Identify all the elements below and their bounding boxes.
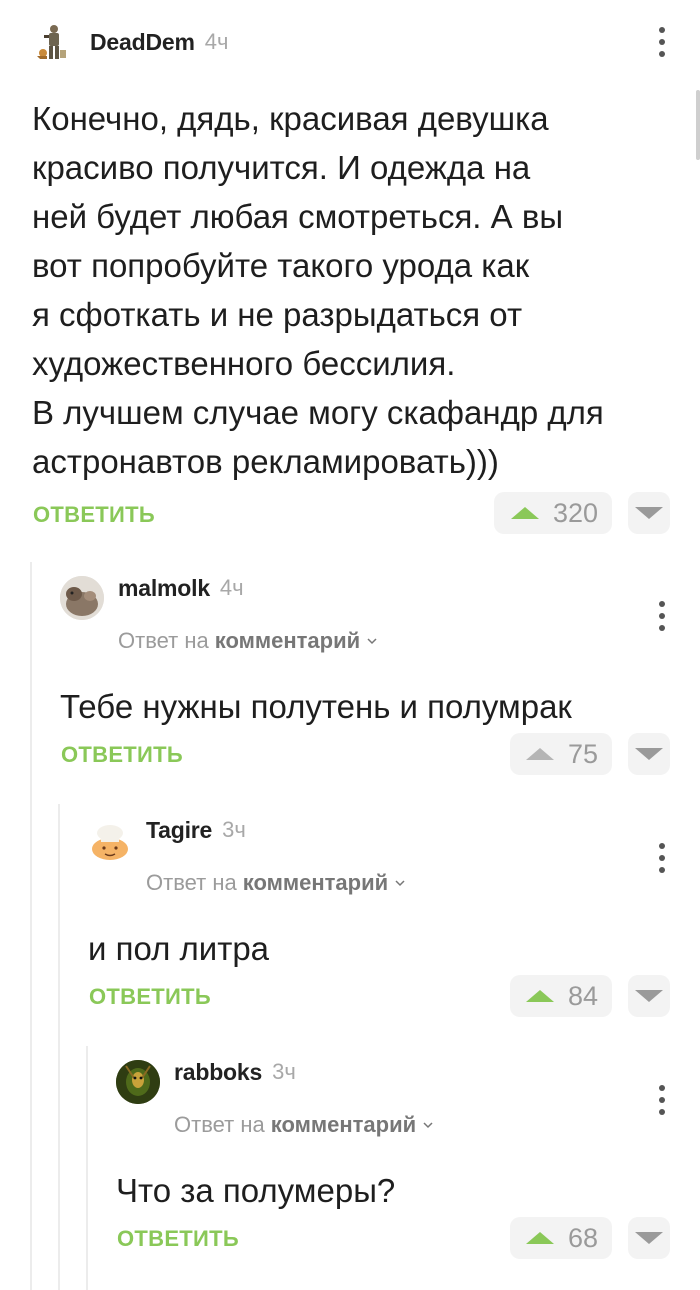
chevron-down-icon bbox=[423, 1122, 433, 1129]
reply-button[interactable]: ОТВЕТИТЬ bbox=[33, 502, 155, 528]
upvote-arrow-icon bbox=[510, 507, 539, 519]
more-options-icon[interactable] bbox=[658, 27, 666, 57]
comment-line: красиво получится. И одежда на bbox=[32, 149, 531, 186]
comment-line: Что за полумеры? bbox=[116, 1172, 396, 1209]
reply-button[interactable]: ОТВЕТИТЬ bbox=[89, 984, 211, 1010]
comment-time: 4ч bbox=[204, 29, 229, 54]
comment-line: и пол литра bbox=[88, 930, 270, 967]
reply-to-target: комментарий bbox=[242, 870, 389, 895]
creature-photo-avatar[interactable] bbox=[116, 1060, 160, 1104]
user-line: rabboks 3ч bbox=[174, 1059, 296, 1086]
chevron-down-icon bbox=[367, 638, 377, 645]
thread-line-level-3[interactable] bbox=[86, 1046, 88, 1290]
reply-to-link[interactable]: Ответ на комментарий bbox=[174, 1112, 434, 1138]
upvote-button[interactable]: 68 bbox=[510, 1217, 612, 1259]
reply-to-link[interactable]: Ответ на комментарий bbox=[146, 870, 406, 896]
reply-to-prefix: Ответ на bbox=[174, 1112, 265, 1137]
scrollbar[interactable] bbox=[696, 90, 700, 160]
comment-line: В лучшем случае могу скафандр для bbox=[32, 394, 604, 431]
comment-time: 4ч bbox=[219, 575, 244, 600]
upvote-button[interactable]: 320 bbox=[494, 492, 612, 534]
reply-to-prefix: Ответ на bbox=[146, 870, 237, 895]
vote-score: 84 bbox=[567, 980, 598, 1011]
comment-thread: DeadDem 4ч Конечно, дядь, красивая девуш… bbox=[0, 0, 700, 1290]
downvote-button[interactable] bbox=[628, 492, 670, 534]
upvote-arrow-icon bbox=[525, 1232, 554, 1244]
dog-photo-avatar[interactable] bbox=[60, 576, 104, 620]
reply-to-target: комментарий bbox=[214, 628, 361, 653]
downvote-button[interactable] bbox=[628, 733, 670, 775]
comment-line: я сфоткать и не разрыдаться от bbox=[32, 296, 523, 333]
comment-time: 3ч bbox=[222, 817, 246, 842]
vote-score: 68 bbox=[567, 1222, 598, 1253]
reply-to-prefix: Ответ на bbox=[118, 628, 209, 653]
soldier-figure-avatar[interactable] bbox=[32, 20, 76, 64]
more-options-icon[interactable] bbox=[658, 601, 666, 631]
upvote-button[interactable]: 84 bbox=[510, 975, 612, 1017]
reply-button[interactable]: ОТВЕТИТЬ bbox=[117, 1226, 239, 1252]
downvote-button[interactable] bbox=[628, 975, 670, 1017]
username[interactable]: DeadDem bbox=[90, 29, 195, 56]
chevron-down-icon bbox=[395, 880, 405, 887]
comment-header: Tagire 3ч bbox=[88, 817, 246, 862]
downvote-button[interactable] bbox=[628, 1217, 670, 1259]
downvote-arrow-icon bbox=[635, 1232, 663, 1244]
vote-score: 75 bbox=[567, 738, 598, 769]
reply-to-link[interactable]: Ответ на комментарий bbox=[118, 628, 378, 654]
comment-line: Конечно, дядь, красивая девушка bbox=[32, 100, 549, 137]
thread-line-level-1[interactable] bbox=[30, 562, 32, 1290]
username[interactable]: rabboks bbox=[174, 1059, 262, 1086]
thread-line-level-2[interactable] bbox=[58, 804, 60, 1290]
user-line: malmolk 4ч bbox=[118, 575, 244, 602]
comment-line: ней будет любая смотреться. А вы bbox=[32, 198, 564, 235]
downvote-arrow-icon bbox=[635, 990, 663, 1002]
more-options-icon[interactable] bbox=[658, 1085, 666, 1115]
vote-score: 320 bbox=[552, 497, 598, 528]
comment-header: DeadDem 4ч bbox=[32, 20, 228, 64]
username[interactable]: malmolk bbox=[118, 575, 210, 602]
comment-text: Тебе нужны полутень и полумрак bbox=[60, 682, 680, 731]
reply-button[interactable]: ОТВЕТИТЬ bbox=[61, 742, 183, 768]
upvote-button[interactable]: 75 bbox=[510, 733, 612, 775]
comment-line: астронавтов рекламировать))) bbox=[32, 443, 499, 480]
comment-header: rabboks 3ч bbox=[116, 1059, 296, 1104]
chef-emoji-avatar[interactable] bbox=[88, 818, 132, 862]
user-line: Tagire 3ч bbox=[146, 817, 246, 844]
more-options-icon[interactable] bbox=[658, 843, 666, 873]
comment-text: Что за полумеры? bbox=[116, 1166, 676, 1215]
comment-text: Конечно, дядь, красивая девушка красиво … bbox=[32, 94, 672, 486]
username[interactable]: Tagire bbox=[146, 817, 212, 844]
comment-line: художественного бессилия. bbox=[32, 345, 456, 382]
comment-line: Тебе нужны полутень и полумрак bbox=[60, 688, 572, 725]
downvote-arrow-icon bbox=[635, 748, 663, 760]
comment-line: вот попробуйте такого урода как bbox=[32, 247, 530, 284]
comment-time: 3ч bbox=[272, 1059, 296, 1084]
upvote-arrow-icon bbox=[525, 748, 554, 760]
upvote-arrow-icon bbox=[525, 990, 554, 1002]
comment-text: и пол литра bbox=[88, 924, 678, 973]
comment-header: malmolk 4ч bbox=[60, 575, 244, 620]
downvote-arrow-icon bbox=[635, 507, 663, 519]
reply-to-target: комментарий bbox=[270, 1112, 417, 1137]
